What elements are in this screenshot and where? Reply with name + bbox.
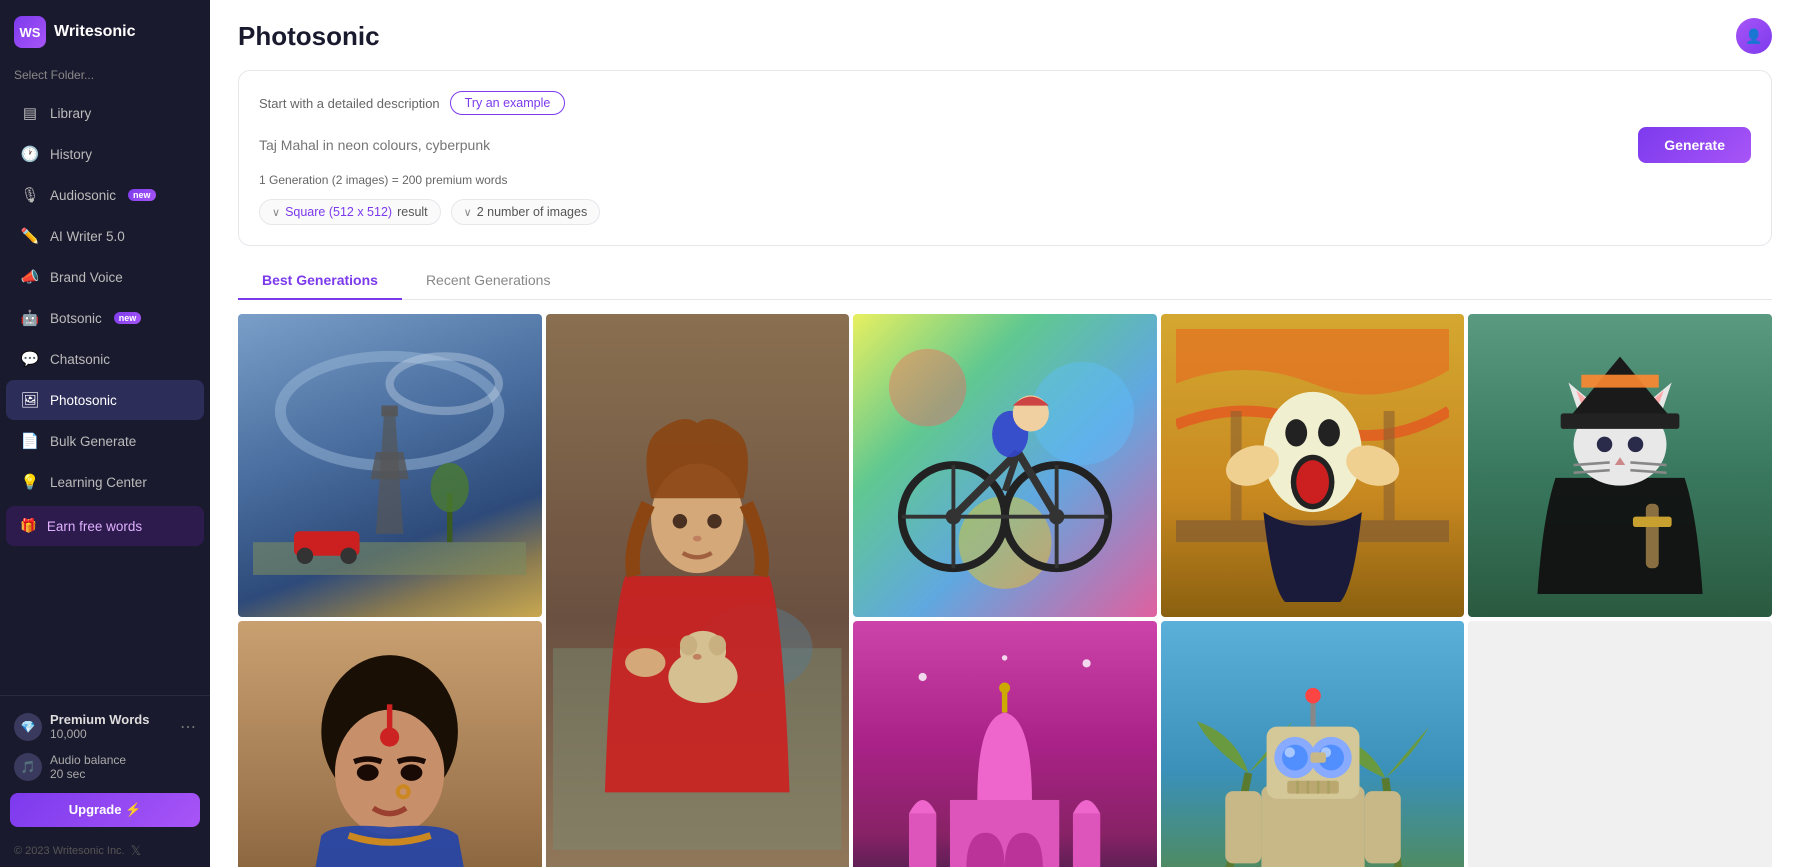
audiosonic-badge: new xyxy=(128,189,156,201)
num-images-chevron-icon: ∨ xyxy=(464,206,472,219)
audio-balance-icon: 🎵 xyxy=(14,753,42,781)
stats-more-button[interactable]: ⋯ xyxy=(180,717,196,737)
size-option-label: Square (512 x 512) xyxy=(285,205,392,219)
size-option-pill[interactable]: ∨ Square (512 x 512) result xyxy=(259,199,441,225)
input-hint-row: Start with a detailed description Try an… xyxy=(259,91,1751,115)
page-title: Photosonic xyxy=(238,21,380,52)
logo-text: Writesonic xyxy=(54,23,136,41)
sidebar-label-history: History xyxy=(50,147,92,162)
audio-balance-value: 20 sec xyxy=(50,767,126,781)
prompt-row: Generate xyxy=(259,127,1751,163)
num-images-label: 2 number of images xyxy=(477,205,587,219)
main-content: Photosonic 👤 Start with a detailed descr… xyxy=(210,0,1800,867)
premium-words-stat: 💎 Premium Words 10,000 ⋯ xyxy=(10,706,200,747)
premium-words-icon: 💎 xyxy=(14,713,42,741)
sidebar-logo: WS Writesonic xyxy=(0,0,210,64)
num-images-pill[interactable]: ∨ 2 number of images xyxy=(451,199,601,225)
sidebar-item-ai-writer[interactable]: ✏️ AI Writer 5.0 xyxy=(6,216,204,256)
sidebar-label-audiosonic: Audiosonic xyxy=(50,188,116,203)
gallery-item-2[interactable] xyxy=(546,314,850,867)
sidebar-item-brand-voice[interactable]: 📣 Brand Voice xyxy=(6,257,204,297)
gallery-item-empty-1 xyxy=(1468,621,1772,867)
gallery-item-8[interactable] xyxy=(1161,621,1465,867)
sidebar-nav: ▤ Library 🕐 History 🎙 Audiosonic new ✏️ … xyxy=(0,92,210,695)
size-result-label: result xyxy=(397,205,428,219)
tab-recent-generations[interactable]: Recent Generations xyxy=(402,262,575,300)
copyright-text: © 2023 Writesonic Inc. xyxy=(14,845,125,857)
upgrade-button[interactable]: Upgrade ⚡ xyxy=(10,793,200,827)
sidebar-label-botsonic: Botsonic xyxy=(50,311,102,326)
earn-icon: 🎁 xyxy=(20,518,37,534)
botsonic-icon: 🤖 xyxy=(20,308,40,328)
learning-center-icon: 💡 xyxy=(20,472,40,492)
sidebar-item-audiosonic[interactable]: 🎙 Audiosonic new xyxy=(6,175,204,215)
options-row: ∨ Square (512 x 512) result ∨ 2 number o… xyxy=(259,199,1751,225)
sidebar-label-ai-writer: AI Writer 5.0 xyxy=(50,229,125,244)
audio-balance-stat: 🎵 Audio balance 20 sec xyxy=(10,747,200,787)
sidebar-label-learning-center: Learning Center xyxy=(50,475,147,490)
earn-label: Earn free words xyxy=(47,519,142,534)
chatsonic-icon: 💬 xyxy=(20,349,40,369)
hint-text: Start with a detailed description xyxy=(259,96,440,111)
photosonic-icon: 🖼 xyxy=(20,390,40,410)
sidebar-label-chatsonic: Chatsonic xyxy=(50,352,110,367)
tabs-row: Best Generations Recent Generations xyxy=(238,262,1772,300)
size-chevron-icon: ∨ xyxy=(272,206,280,219)
audiosonic-icon: 🎙 xyxy=(20,185,40,205)
gallery-item-1[interactable] xyxy=(238,314,542,618)
sidebar-bottom: 💎 Premium Words 10,000 ⋯ 🎵 Audio balance… xyxy=(0,695,210,839)
sidebar-item-chatsonic[interactable]: 💬 Chatsonic xyxy=(6,339,204,379)
sidebar-item-learning-center[interactable]: 💡 Learning Center xyxy=(6,462,204,502)
user-avatar[interactable]: 👤 xyxy=(1736,18,1772,54)
gallery-item-7[interactable] xyxy=(853,621,1157,867)
sidebar-earn-free-words[interactable]: 🎁 Earn free words xyxy=(6,506,204,546)
gallery-item-3[interactable] xyxy=(853,314,1157,618)
logo-icon: WS xyxy=(14,16,46,48)
gallery-item-6[interactable] xyxy=(238,621,542,867)
generation-info: 1 Generation (2 images) = 200 premium wo… xyxy=(259,173,1751,187)
premium-words-value: 10,000 xyxy=(50,727,149,741)
audio-balance-label: Audio balance xyxy=(50,753,126,767)
gallery xyxy=(238,314,1772,867)
tab-best-generations[interactable]: Best Generations xyxy=(238,262,402,300)
twitter-icon[interactable]: 𝕏 xyxy=(131,843,141,859)
library-icon: ▤ xyxy=(20,103,40,123)
ai-writer-icon: ✏️ xyxy=(20,226,40,246)
sidebar-item-photosonic[interactable]: 🖼 Photosonic xyxy=(6,380,204,420)
premium-words-label: Premium Words xyxy=(50,712,149,727)
bulk-generate-icon: 📄 xyxy=(20,431,40,451)
input-section: Start with a detailed description Try an… xyxy=(238,70,1772,246)
sidebar-footer: © 2023 Writesonic Inc. 𝕏 xyxy=(0,839,210,867)
prompt-input[interactable] xyxy=(259,133,1628,157)
sidebar-label-library: Library xyxy=(50,106,91,121)
sidebar: WS Writesonic Select Folder... ▤ Library… xyxy=(0,0,210,867)
history-icon: 🕐 xyxy=(20,144,40,164)
sidebar-item-library[interactable]: ▤ Library xyxy=(6,93,204,133)
sidebar-label-bulk-generate: Bulk Generate xyxy=(50,434,136,449)
main-header: Photosonic 👤 xyxy=(210,0,1800,54)
select-folder[interactable]: Select Folder... xyxy=(0,64,210,92)
sidebar-item-botsonic[interactable]: 🤖 Botsonic new xyxy=(6,298,204,338)
sidebar-label-photosonic: Photosonic xyxy=(50,393,117,408)
sidebar-label-brand-voice: Brand Voice xyxy=(50,270,123,285)
gallery-item-5[interactable] xyxy=(1468,314,1772,618)
brand-voice-icon: 📣 xyxy=(20,267,40,287)
gallery-item-4[interactable] xyxy=(1161,314,1465,618)
sidebar-item-bulk-generate[interactable]: 📄 Bulk Generate xyxy=(6,421,204,461)
try-example-button[interactable]: Try an example xyxy=(450,91,566,115)
sidebar-item-history[interactable]: 🕐 History xyxy=(6,134,204,174)
botsonic-badge: new xyxy=(114,312,142,324)
generate-button[interactable]: Generate xyxy=(1638,127,1751,163)
